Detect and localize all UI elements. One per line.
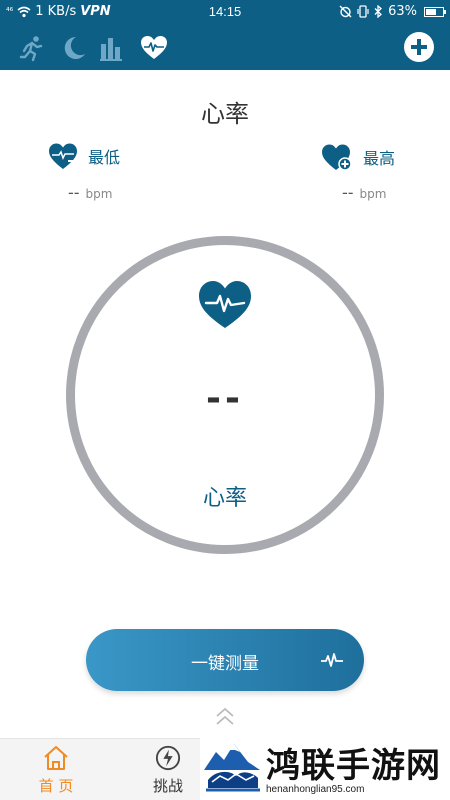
heart-rate-icon[interactable]	[140, 34, 168, 62]
max-value: --	[342, 183, 354, 202]
top-tab-bar	[0, 24, 450, 70]
status-right: 63%	[339, 4, 446, 19]
nav-challenge-label: 挑战	[152, 777, 183, 795]
home-icon	[44, 746, 68, 770]
bar-chart-icon[interactable]	[98, 34, 126, 62]
min-unit: bpm	[85, 187, 113, 201]
watermark-title: 鸿联手游网	[266, 746, 441, 786]
battery-icon	[424, 6, 446, 17]
heart-pulse-icon	[199, 281, 251, 328]
max-label: 最高	[363, 149, 396, 168]
current-heart-rate: --	[206, 378, 244, 419]
watermark-url: henanhonglian95.com	[266, 784, 365, 795]
watermark: 鸿联手游网 henanhonglian95.com	[200, 738, 450, 800]
ring-label: 心率	[202, 486, 247, 511]
min-heart-rate: 最低	[48, 142, 120, 170]
moon-sleep-icon[interactable]	[60, 34, 88, 62]
vibrate-icon	[357, 5, 369, 18]
running-icon[interactable]	[18, 34, 46, 62]
page-title: 心率	[201, 100, 249, 128]
min-value-row: -- bpm	[68, 183, 112, 202]
nav-home[interactable]: 首 页	[16, 739, 96, 800]
add-button[interactable]	[404, 32, 434, 62]
watermark-logo	[202, 740, 262, 796]
nav-challenge[interactable]: 挑战	[128, 739, 208, 800]
max-value-row: -- bpm	[342, 183, 386, 202]
min-label: 最低	[88, 148, 121, 167]
heart-down-icon	[49, 143, 77, 169]
chevron-up-icon[interactable]	[213, 706, 237, 728]
min-value: --	[68, 183, 80, 202]
battery-fill	[426, 8, 436, 15]
lightning-icon	[155, 745, 181, 771]
nav-home-label: 首 页	[38, 777, 74, 795]
status-bar: ⁴⁶ 1 KB/s VPN 14:15 63%	[0, 0, 450, 24]
one-click-measure-button[interactable]: 一键测量	[86, 629, 364, 691]
alarm-off-icon	[339, 5, 352, 18]
max-heart-rate: 最高	[321, 142, 395, 172]
battery-percent: 63%	[388, 4, 417, 19]
max-unit: bpm	[359, 187, 387, 201]
bluetooth-icon	[374, 5, 383, 18]
heart-plus-icon	[322, 144, 352, 171]
pulse-wave-icon	[321, 653, 343, 667]
